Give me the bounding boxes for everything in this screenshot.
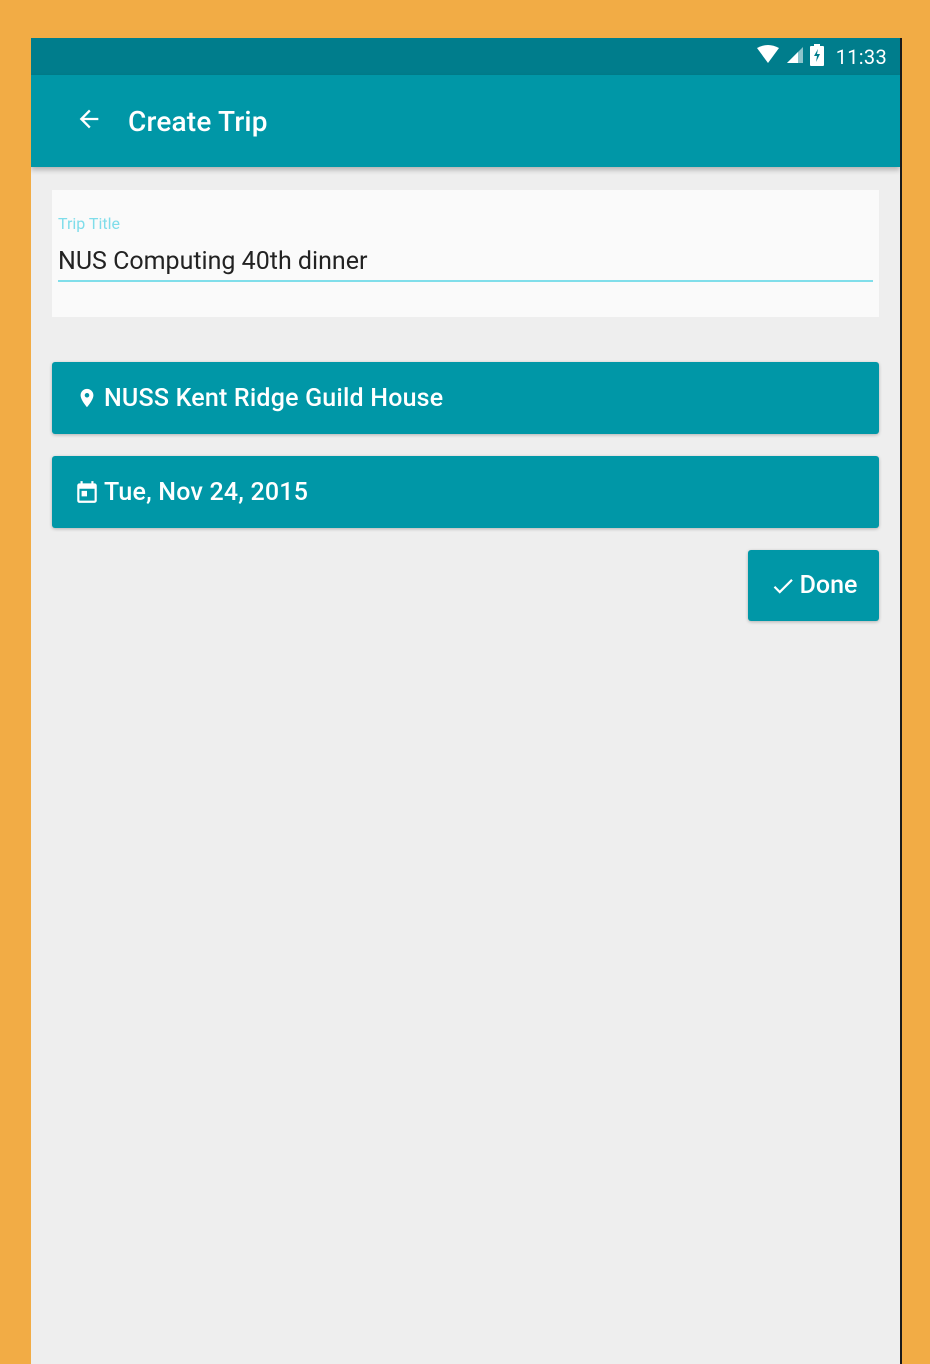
date-button[interactable]: Tue, Nov 24, 2015 <box>52 456 879 528</box>
done-button[interactable]: Done <box>748 550 879 621</box>
back-button[interactable] <box>69 101 109 141</box>
date-label: Tue, Nov 24, 2015 <box>104 477 309 507</box>
cell-signal-icon <box>786 46 804 68</box>
battery-charging-icon <box>809 43 824 70</box>
trip-title-label: Trip Title <box>58 214 120 233</box>
status-bar: 11:33 <box>31 38 900 75</box>
app-screen: 11:33 Create Trip Trip Title NUSS Kent R… <box>31 38 902 1364</box>
check-icon <box>770 573 796 599</box>
arrow-back-icon <box>75 105 103 137</box>
calendar-icon <box>74 477 100 507</box>
location-label: NUSS Kent Ridge Guild House <box>104 383 444 413</box>
app-bar: Create Trip <box>31 75 900 167</box>
location-pin-icon <box>74 383 100 413</box>
trip-title-input[interactable] <box>58 242 873 282</box>
page-title: Create Trip <box>128 104 268 138</box>
wifi-icon <box>756 44 780 69</box>
location-button[interactable]: NUSS Kent Ridge Guild House <box>52 362 879 434</box>
status-time: 11:33 <box>835 44 887 69</box>
trip-title-card: Trip Title <box>52 190 879 317</box>
done-label: Done <box>799 571 858 600</box>
